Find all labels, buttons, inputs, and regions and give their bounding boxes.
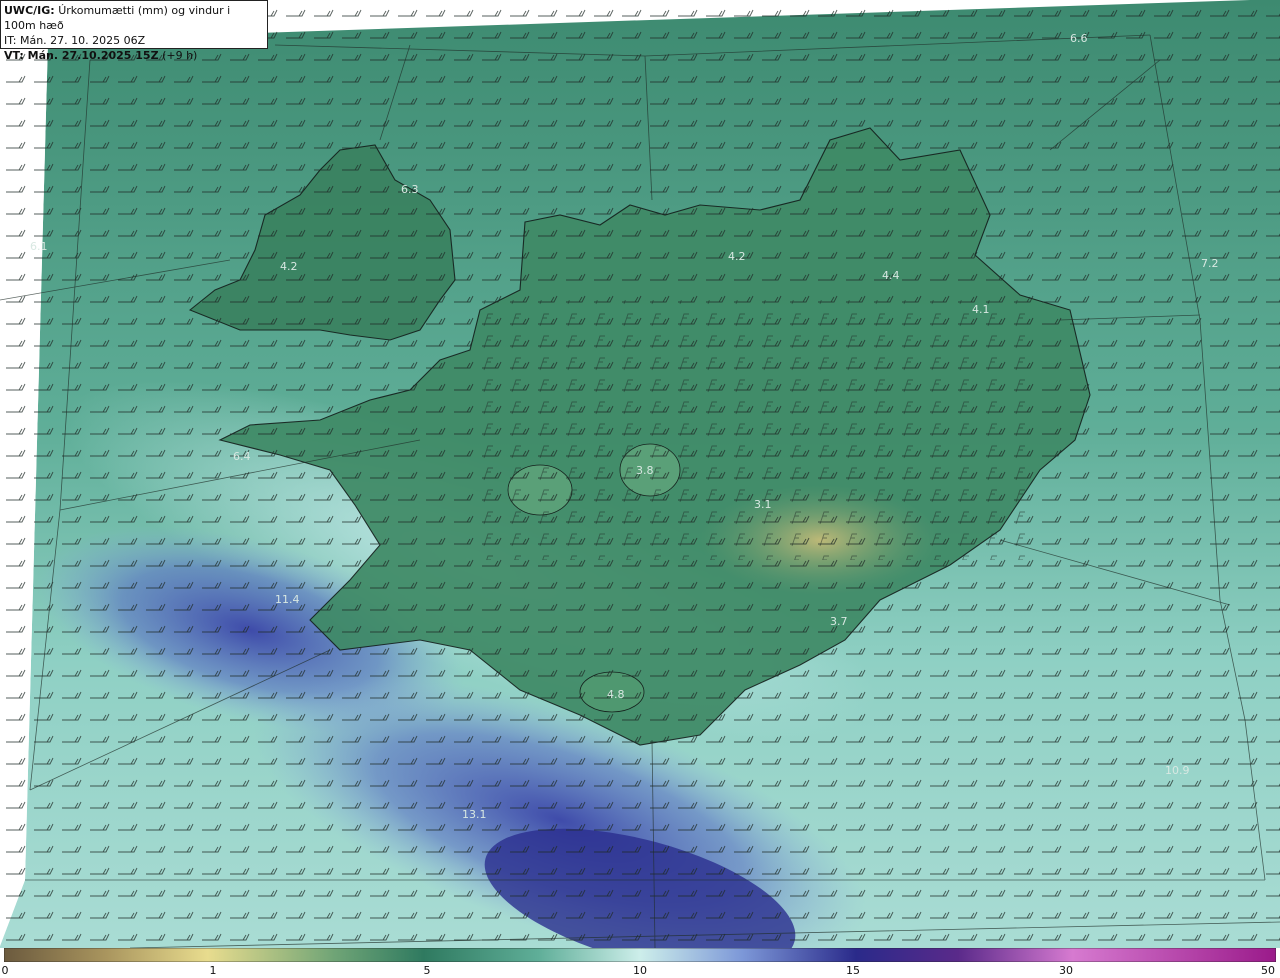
- legend-tick-1: 1: [209, 964, 217, 977]
- map-header: UWC/IG: Úrkomumætti (mm) og vindur i 100…: [0, 0, 268, 62]
- valid-time-offset: (+9 h): [162, 49, 198, 62]
- legend-tick-0: 0: [1, 964, 9, 977]
- map-label-12: 10.9: [1165, 764, 1190, 777]
- header-line-1: UWC/IG: Úrkomumætti (mm) og vindur i 100…: [4, 3, 264, 33]
- map-label-3: 4.4: [882, 269, 900, 282]
- legend-tick-4: 15: [846, 964, 860, 977]
- legend-tick-6: 50: [1261, 964, 1275, 977]
- legend-tick-5: 30: [1059, 964, 1073, 977]
- legend-tick-2: 5: [423, 964, 431, 977]
- color-legend-bar: [4, 948, 1276, 962]
- header-line-3: VT: Mán. 27.10.2025 15Z (+9 h): [4, 48, 264, 63]
- legend-ticks: 0 1 5 10 15 30 50: [0, 962, 1280, 978]
- weather-map: 6.6 4.2 4.2 4.4 4.1 7.2 3.8 3.1 3.7 4.8 …: [0, 0, 1280, 948]
- map-label-9: 4.8: [607, 688, 625, 701]
- map-label-10: 11.4: [275, 593, 300, 606]
- init-time: IT: Mán. 27. 10. 2025 06Z: [4, 34, 146, 47]
- map-label-11: 13.1: [462, 808, 487, 821]
- map-label-6: 3.8: [636, 464, 654, 477]
- legend-tick-3: 10: [633, 964, 647, 977]
- map-label-1: 4.2: [280, 260, 298, 273]
- map-label-7: 3.1: [754, 498, 772, 511]
- map-label-14: 6.4: [233, 450, 251, 463]
- map-label-5: 7.2: [1201, 257, 1219, 270]
- map-label-13: 6.1: [30, 240, 48, 253]
- map-label-4: 4.1: [972, 303, 990, 316]
- map-label-15: 6.3: [401, 183, 419, 196]
- legend-gradient: [4, 948, 1276, 962]
- map-label-8: 3.7: [830, 615, 848, 628]
- model-name: UWC/IG:: [4, 4, 55, 17]
- valid-time: VT: Mán. 27.10.2025 15Z: [4, 49, 159, 62]
- map-label-2: 4.2: [728, 250, 746, 263]
- wind-barbs-land: [480, 300, 1040, 560]
- map-label-0: 6.6: [1070, 32, 1088, 45]
